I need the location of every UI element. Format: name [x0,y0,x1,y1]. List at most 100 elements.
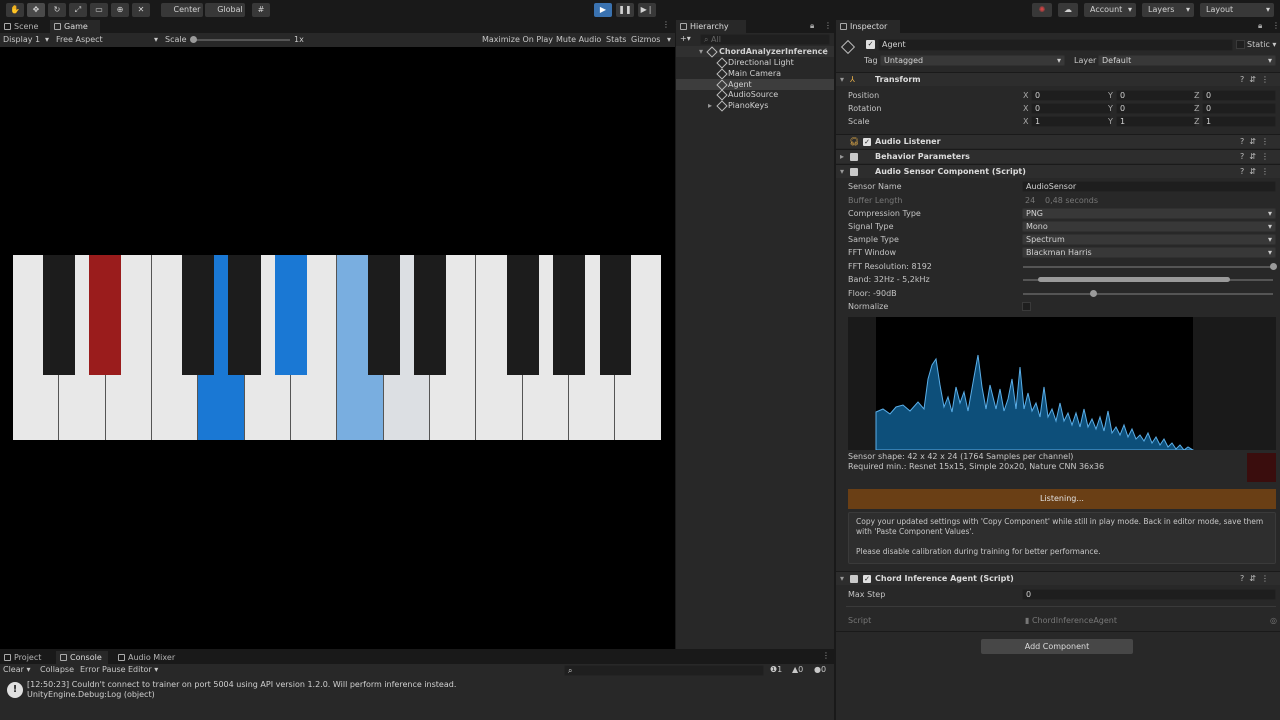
display-dropdown[interactable]: Display 1 [3,34,51,46]
scale-slider-thumb[interactable] [190,36,197,43]
audio-listener-header[interactable]: 🎧︎ ✓ Audio Listener ?⇵⋮ [836,134,1280,148]
behavior-params-header[interactable]: ▸ Behavior Parameters ?⇵⋮ [836,149,1280,163]
sample-dropdown[interactable]: Spectrum [1022,234,1276,245]
lock-icon[interactable]: 🔒︎ [810,21,814,31]
max-step-input[interactable]: 0 [1022,589,1276,600]
collapse-arrow-icon[interactable]: ▾ [840,73,844,87]
more-options-icon[interactable]: ⋮ [662,20,670,29]
rotation-x-field[interactable]: 0 [1031,103,1111,114]
expand-arrow-icon[interactable]: ▾ [699,46,703,57]
log-count-toggle[interactable]: ❶1 [770,665,782,674]
enabled-checkbox[interactable]: ✓ [863,575,871,583]
mute-audio-toggle[interactable]: Mute Audio [556,34,601,46]
move-tool-icon[interactable]: ✥ [27,3,45,17]
stats-toggle[interactable]: Stats [606,34,626,46]
static-dropdown[interactable]: Static ▾ [1247,40,1276,49]
sensor-name-input[interactable]: AudioSensor [1022,181,1276,192]
component-menu-icons[interactable]: ?⇵⋮ [1240,150,1274,164]
expand-arrow-icon[interactable]: ▸ [708,100,712,111]
tab-project[interactable]: Project [0,651,50,664]
pivot-center-button[interactable]: Center [161,3,203,17]
maximize-on-play-toggle[interactable]: Maximize On Play [482,34,553,46]
error-pause-toggle[interactable]: Error Pause [80,665,126,674]
collapse-arrow-icon[interactable]: ▾ [840,572,844,586]
position-y-field[interactable]: 0 [1116,90,1196,101]
play-button[interactable]: ▶ [594,3,612,17]
fft-resolution-slider[interactable] [1023,266,1273,268]
rotation-z-field[interactable]: 0 [1202,103,1276,114]
band-range-handle[interactable] [1038,277,1230,282]
lock-icon[interactable]: 🔒︎ [1258,21,1262,31]
component-menu-icons[interactable]: ?⇵⋮ [1240,73,1274,87]
editor-dropdown[interactable]: Editor ▾ [128,665,158,674]
console-message[interactable]: [12:50:23] Couldn't connect to trainer o… [27,680,456,689]
position-z-field[interactable]: 0 [1202,90,1276,101]
add-icon[interactable]: +▾ [680,34,691,43]
collapse-toggle[interactable]: Collapse [40,665,74,674]
warning-count-toggle[interactable]: ▲0 [792,665,803,674]
tab-audio-mixer[interactable]: Audio Mixer [114,651,180,664]
cloud-icon[interactable]: ☁ [1058,3,1078,17]
audio-sensor-header[interactable]: ▾ Audio Sensor Component (Script) ?⇵⋮ [836,164,1280,178]
enabled-checkbox[interactable]: ✓ [863,138,871,146]
static-checkbox[interactable] [1236,40,1245,49]
rotation-y-field[interactable]: 0 [1116,103,1196,114]
scale-z-field[interactable]: 1 [1202,116,1276,127]
hierarchy-item[interactable]: ▸ PianoKeys [676,100,834,112]
layer-dropdown[interactable]: Default [1098,55,1276,66]
more-options-icon[interactable]: ⋮ [822,46,830,57]
console-message-stack[interactable]: UnityEngine.Debug:Log (object) [27,690,155,699]
transform-header[interactable]: ▾ ⅄ Transform ?⇵⋮ [836,72,1280,86]
add-component-button[interactable]: Add Component [981,639,1133,654]
tag-dropdown[interactable]: Untagged [880,55,1065,66]
fft-resolution-thumb[interactable] [1270,263,1277,270]
aspect-dropdown[interactable]: Free Aspect [56,34,160,46]
scale-x-field[interactable]: 1 [1031,116,1111,127]
pause-button[interactable]: ❚❚ [616,3,634,17]
tab-inspector[interactable]: Inspector [836,20,900,33]
scale-slider[interactable] [192,39,290,41]
hierarchy-root[interactable]: ▾ ChordAnalyzerInference ⋮ [676,46,834,58]
layout-dropdown[interactable]: Layout [1200,3,1274,17]
component-menu-icons[interactable]: ?⇵⋮ [1240,572,1274,586]
position-x-field[interactable]: 0 [1031,90,1111,101]
object-name-input[interactable]: Agent [878,39,1233,51]
step-button[interactable]: ▶❘ [638,3,656,17]
clear-dropdown[interactable]: Clear ▾ [3,665,30,674]
tab-hierarchy[interactable]: Hierarchy [676,20,746,33]
custom-tool-icon[interactable]: ✕ [132,3,150,17]
scale-y-field[interactable]: 1 [1116,116,1196,127]
normalize-checkbox[interactable] [1022,302,1031,311]
pivot-global-button[interactable]: Global [205,3,245,17]
component-menu-icons[interactable]: ?⇵⋮ [1240,165,1274,179]
tab-console[interactable]: Console [56,651,108,664]
scale-tool-icon[interactable]: ⤢ [69,3,87,17]
layers-dropdown[interactable]: Layers [1142,3,1194,17]
hierarchy-item[interactable]: AudioSource [676,89,834,101]
object-picker-icon[interactable]: ◎ [1270,614,1277,627]
collapse-arrow-icon[interactable]: ▾ [840,165,844,179]
expand-arrow-icon[interactable]: ▸ [840,150,844,164]
listening-status-bar[interactable]: Listening... [848,489,1276,509]
chord-agent-header[interactable]: ▾ ✓ Chord Inference Agent (Script) ?⇵⋮ [836,571,1280,585]
transform-tool-icon[interactable]: ⊕ [111,3,129,17]
more-options-icon[interactable]: ⋮ [1272,21,1280,30]
gizmos-dropdown[interactable]: Gizmos [631,34,673,46]
floor-slider-thumb[interactable] [1090,290,1097,297]
console-search-input[interactable]: ⌕ [564,665,764,676]
tab-scene[interactable]: Scene [0,20,48,33]
grid-snap-icon[interactable]: # [252,3,270,17]
collab-icon[interactable]: ✺ [1032,3,1052,17]
rotate-tool-icon[interactable]: ↻ [48,3,66,17]
active-checkbox[interactable]: ✓ [866,40,875,49]
error-count-toggle[interactable]: ●0 [814,665,826,674]
signal-dropdown[interactable]: Mono [1022,221,1276,232]
more-options-icon[interactable]: ⋮ [824,21,832,30]
tab-game[interactable]: Game [50,20,100,33]
hierarchy-item[interactable]: Main Camera [676,68,834,80]
component-menu-icons[interactable]: ?⇵⋮ [1240,135,1274,149]
hierarchy-item[interactable]: Directional Light [676,57,834,69]
hand-tool-icon[interactable]: ✋ [6,3,24,17]
rect-tool-icon[interactable]: ▭ [90,3,108,17]
account-dropdown[interactable]: Account [1084,3,1136,17]
